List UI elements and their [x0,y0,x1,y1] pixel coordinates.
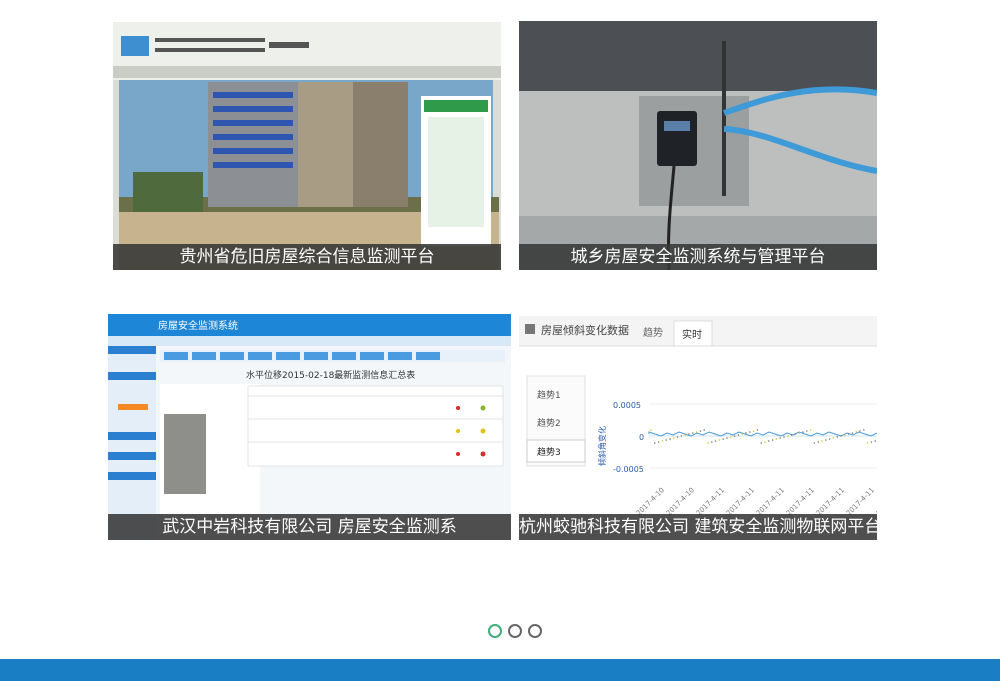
inner-trend-dot [695,431,698,433]
inner-y-tick: -0.0005 [613,465,644,474]
inner-side-item-1: 趋势1 [537,389,561,401]
card-caption: 贵州省危旧房屋综合信息监测平台 [113,244,501,270]
inner-trend-dot [768,440,770,442]
inner-trend-dot [783,436,785,438]
project-card-hangzhou[interactable]: 房屋倾斜变化数据 趋势 实时 趋势1 趋势2 趋势3 0.0005 0 -0.0… [519,316,877,540]
inner-trend-dot [760,442,762,444]
inner-trend-dot [703,429,705,431]
inner-trend-dot [749,431,751,433]
inner-tab-trend: 趋势 [643,326,663,339]
card-caption: 城乡房屋安全监测系统与管理平台 [519,244,877,270]
inner-trend-dot [737,434,740,436]
project-card-guizhou[interactable]: 贵州省危旧房屋综合信息监测平台 [113,22,501,270]
inner-trend-dot [730,436,732,438]
inner-trend-dot [851,432,854,434]
inner-trend-dot [722,438,724,440]
inner-trend-dot [874,440,876,442]
inner-tab-realtime: 实时 [682,328,702,341]
inner-trend-dot [847,433,850,435]
inner-trend-dot [832,437,835,439]
card-caption: 武汉中岩科技有限公司 房屋安全监测系 [108,514,511,540]
inner-trend-dot [802,431,804,433]
inner-trend-dot [688,433,690,435]
inner-trend-dot [779,437,781,439]
footer-bar [0,659,1000,681]
inner-trend-dot [699,430,702,432]
inner-trend-dot [866,442,869,444]
inner-trend-dot [707,442,709,444]
inner-trend-dot [806,430,808,432]
inner-trend-dot [714,440,717,442]
inner-trend-dot [650,429,652,431]
inner-trend-dot [756,429,759,431]
inner-trend-dot [692,432,694,434]
inner-trend-dot [752,430,755,432]
inner-trend-dot [741,433,743,435]
inner-trend-dot [870,441,873,443]
project-photo [519,21,877,270]
project-card-wuhan[interactable]: 房屋安全监测系统 水平位移2015-02-18最新监测信息汇总表 武汉中岩科技有… [108,314,511,540]
inner-trend-dot [828,438,831,440]
inner-trend-dot [859,430,861,432]
project-card-urban-rural[interactable]: 城乡房屋安全监测系统与管理平台 [519,21,877,270]
inner-trend-dot [657,441,660,443]
inner-table-title: 水平位移2015-02-18最新监测信息汇总表 [246,369,415,381]
inner-trend-dot [771,439,774,441]
carousel-pagination [488,624,542,638]
carousel-dot-1[interactable] [488,624,502,638]
carousel-dot-2[interactable] [508,624,522,638]
inner-y-tick: 0 [639,433,644,442]
inner-trend-dot [673,437,675,439]
project-photo: 房屋倾斜变化数据 趋势 实时 趋势1 趋势2 趋势3 0.0005 0 -0.0… [519,316,877,540]
project-photo: 房屋安全监测系统 水平位移2015-02-18最新监测信息汇总表 [108,314,511,540]
inner-trend-dot [813,442,816,444]
inner-trend-dot [684,434,686,436]
inner-trend-dot [726,437,728,439]
inner-trend-dot [661,440,664,442]
inner-side-item-2: 趋势2 [537,417,561,429]
inner-side-item-3: 趋势3 [537,446,561,458]
inner-trend-dot [718,439,721,441]
inner-trend-dot [665,439,667,441]
inner-trend-dot [676,436,679,438]
inner-trend-dot [840,435,842,437]
inner-y-tick: 0.0005 [613,401,641,410]
inner-trend-dot [794,433,797,435]
inner-trend-dot [745,432,747,434]
inner-y-label: 倾斜角变化 [597,426,607,466]
inner-trend-dot [855,431,857,433]
inner-trend-dot [787,435,789,437]
inner-trend-dot [821,440,823,442]
inner-trend-dot [775,438,778,440]
inner-trend-dot [680,435,683,437]
inner-trend-dot [809,429,812,431]
inner-trend-dot [798,432,800,434]
inner-trend-dot [836,436,838,438]
inner-trend-dot [825,439,827,441]
inner-trend-dot [844,434,846,436]
inner-system-title: 房屋安全监测系统 [158,319,238,332]
project-photo [113,22,501,270]
inner-trend-dot [654,442,656,444]
inner-chart-title: 房屋倾斜变化数据 [541,323,629,337]
carousel-dot-3[interactable] [528,624,542,638]
inner-trend-dot [790,434,793,436]
inner-trend-dot [863,429,865,431]
inner-trend-dot [669,438,671,440]
inner-trend-dot [817,441,819,443]
card-caption: 杭州蛟驰科技有限公司 建筑安全监测物联网平台 [519,514,877,540]
inner-trend-dot [711,441,713,443]
inner-trend-dot [733,435,736,437]
inner-trend-dot [764,441,766,443]
